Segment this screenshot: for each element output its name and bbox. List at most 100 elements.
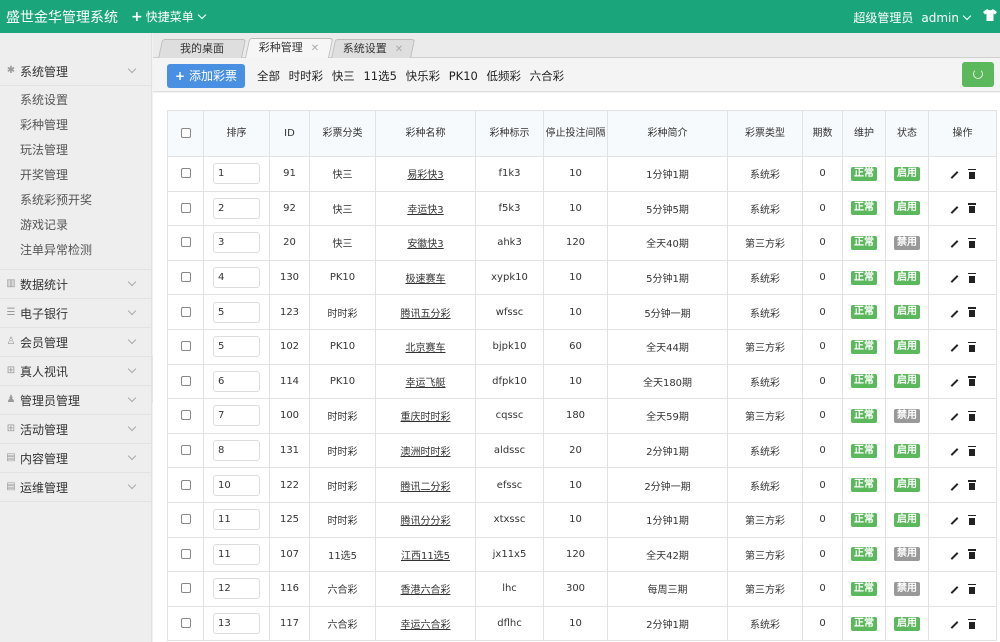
maintain-badge[interactable]: 正常 <box>851 478 877 493</box>
sort-input[interactable] <box>213 405 260 427</box>
checkbox[interactable] <box>180 410 191 421</box>
maintain-badge[interactable]: 正常 <box>851 374 877 389</box>
maintain-badge[interactable]: 正常 <box>851 616 877 631</box>
lottery-name-link[interactable]: 极速赛车 <box>406 274 446 285</box>
sidebar-item-draw-management[interactable]: 开奖管理 <box>0 163 151 188</box>
status-badge[interactable]: 启用 <box>894 166 920 181</box>
status-badge[interactable]: 启用 <box>894 374 920 389</box>
row-select[interactable] <box>167 571 204 607</box>
row-select[interactable] <box>167 432 204 469</box>
status-badge[interactable]: 启用 <box>894 270 920 285</box>
sort-input[interactable] <box>213 440 260 462</box>
status-badge[interactable]: 启用 <box>894 339 920 354</box>
row-select[interactable] <box>167 536 204 573</box>
lottery-name-link[interactable]: 幸运六合彩 <box>401 620 451 631</box>
filter-k3[interactable]: 快三 <box>332 69 355 83</box>
checkbox[interactable] <box>180 168 191 179</box>
row-select[interactable] <box>167 225 204 261</box>
trash-icon[interactable] <box>968 168 976 179</box>
lottery-name-link[interactable]: 北京赛车 <box>406 343 446 354</box>
lottery-name-link[interactable]: 腾讯五分彩 <box>401 309 451 320</box>
lottery-name-link[interactable]: 江西11选5 <box>401 551 450 562</box>
row-select[interactable] <box>167 501 204 538</box>
lottery-name-link[interactable]: 腾讯二分彩 <box>401 482 451 493</box>
sort-input[interactable] <box>213 543 260 565</box>
edit-icon[interactable] <box>950 586 959 595</box>
sort-input[interactable] <box>213 613 260 635</box>
checkbox[interactable] <box>180 128 191 138</box>
row-select[interactable] <box>167 190 204 227</box>
trash-icon[interactable] <box>968 410 976 421</box>
sort-input[interactable] <box>213 509 260 531</box>
edit-icon[interactable] <box>950 413 959 422</box>
edit-icon[interactable] <box>950 378 959 387</box>
close-icon[interactable]: ✕ <box>311 43 319 54</box>
add-lottery-button[interactable]: + 添加彩票 <box>167 64 245 88</box>
row-select[interactable] <box>167 294 204 330</box>
maintain-badge[interactable]: 正常 <box>851 581 877 596</box>
trash-icon[interactable] <box>968 307 976 318</box>
sort-input[interactable] <box>213 301 260 323</box>
edit-icon[interactable] <box>950 344 959 353</box>
sidebar-group-statistics[interactable]: ▥ 数据统计 <box>0 270 151 299</box>
lottery-name-link[interactable]: 重庆时时彩 <box>401 412 451 423</box>
status-badge[interactable]: 启用 <box>894 616 920 631</box>
row-select[interactable] <box>167 398 204 434</box>
status-badge[interactable]: 禁用 <box>894 408 920 423</box>
lottery-name-link[interactable]: 腾讯分分彩 <box>401 516 451 527</box>
edit-icon[interactable] <box>950 482 959 491</box>
trash-icon[interactable] <box>968 376 976 387</box>
lottery-name-link[interactable]: 澳洲时时彩 <box>401 447 451 458</box>
sidebar-group-ebank[interactable]: ☰ 电子银行 <box>0 299 151 328</box>
edit-icon[interactable] <box>950 551 959 560</box>
checkbox[interactable] <box>180 479 191 490</box>
tab-lottery-management[interactable]: 彩种管理 ✕ <box>244 38 334 59</box>
shirt-icon[interactable] <box>983 9 997 21</box>
sidebar-item-lottery-management[interactable]: 彩种管理 <box>0 113 151 138</box>
row-select[interactable] <box>167 605 204 642</box>
lottery-name-link[interactable]: 香港六合彩 <box>401 585 451 596</box>
sidebar-group-admins[interactable]: ♟ 管理员管理 <box>0 386 151 415</box>
maintain-badge[interactable]: 正常 <box>851 512 877 527</box>
trash-icon[interactable] <box>968 514 976 525</box>
checkbox[interactable] <box>180 306 191 317</box>
sort-input[interactable] <box>213 232 260 254</box>
status-badge[interactable]: 启用 <box>894 478 920 493</box>
filter-pk10[interactable]: PK10 <box>449 69 478 83</box>
sidebar-group-content[interactable]: ▤ 内容管理 <box>0 444 151 473</box>
sort-input[interactable] <box>213 197 260 219</box>
sort-input[interactable] <box>213 267 260 289</box>
sidebar-item-play-management[interactable]: 玩法管理 <box>0 138 151 163</box>
sidebar-group-system[interactable]: ✱ 系统管理 <box>0 57 151 86</box>
checkbox[interactable] <box>180 583 191 594</box>
checkbox[interactable] <box>180 272 191 283</box>
status-badge[interactable]: 启用 <box>894 305 920 320</box>
checkbox[interactable] <box>180 445 191 456</box>
trash-icon[interactable] <box>968 583 976 594</box>
sidebar-item-bet-anomaly[interactable]: 注单异常检测 <box>0 238 151 263</box>
maintain-badge[interactable]: 正常 <box>851 235 877 250</box>
status-badge[interactable]: 启用 <box>894 201 920 216</box>
sort-input[interactable] <box>213 578 260 600</box>
tab-system-settings[interactable]: 系统设置 ✕ <box>330 39 416 59</box>
edit-icon[interactable] <box>950 448 959 456</box>
edit-icon[interactable] <box>950 621 959 629</box>
checkbox[interactable] <box>180 237 191 248</box>
sidebar-item-system-settings[interactable]: 系统设置 <box>0 88 151 113</box>
maintain-badge[interactable]: 正常 <box>851 547 877 562</box>
sidebar-group-activities[interactable]: ⊞ 活动管理 <box>0 415 151 444</box>
status-badge[interactable]: 启用 <box>894 512 920 527</box>
maintain-badge[interactable]: 正常 <box>851 443 877 458</box>
checkbox[interactable] <box>180 375 191 386</box>
tab-desktop[interactable]: 我的桌面 <box>157 39 247 59</box>
row-select[interactable] <box>167 363 204 400</box>
trash-icon[interactable] <box>968 480 976 491</box>
trash-icon[interactable] <box>968 549 976 560</box>
lottery-name-link[interactable]: 幸运飞艇 <box>406 378 446 389</box>
filter-ssc[interactable]: 时时彩 <box>289 69 324 83</box>
row-select[interactable] <box>167 328 204 365</box>
lottery-name-link[interactable]: 幸运快3 <box>407 205 443 216</box>
trash-icon[interactable] <box>968 237 976 248</box>
sidebar-item-game-records[interactable]: 游戏记录 <box>0 213 151 238</box>
checkbox[interactable] <box>180 548 191 559</box>
